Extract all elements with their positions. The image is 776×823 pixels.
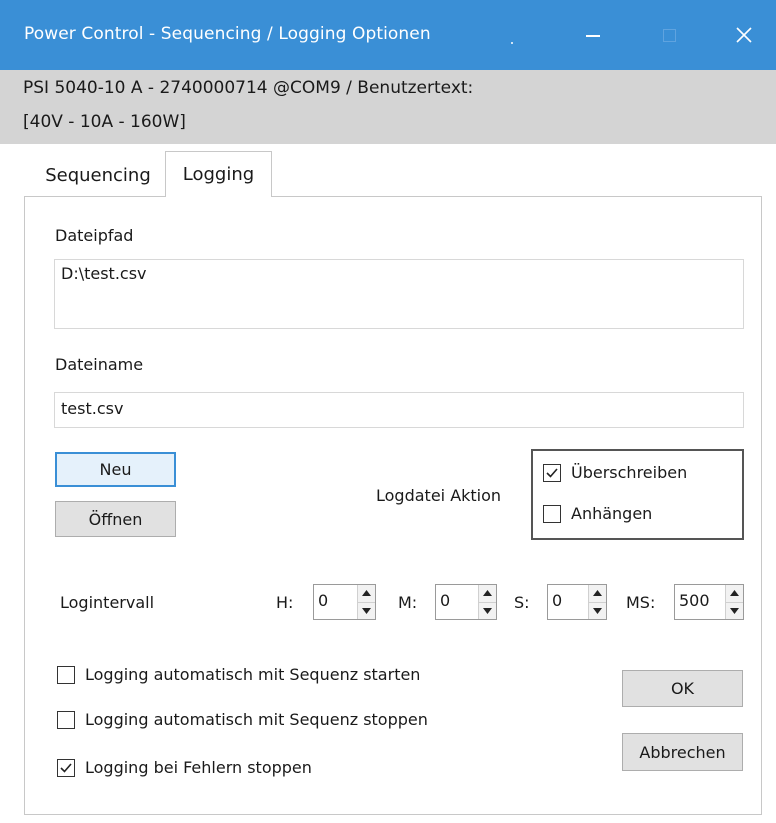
filepath-field[interactable]: D:\test.csv xyxy=(54,259,744,329)
auto-start-checkbox-box[interactable] xyxy=(57,665,75,684)
seconds-label: S: xyxy=(514,593,530,612)
milliseconds-down-icon[interactable] xyxy=(726,602,743,619)
titlebar-dot xyxy=(511,42,513,44)
overwrite-checkbox[interactable]: Überschreiben xyxy=(543,463,687,482)
checkmark-icon xyxy=(60,762,72,773)
device-info-bar: PSI 5040-10 A - 2740000714 @COM9 / Benut… xyxy=(0,70,776,144)
auto-stop-label: Logging automatisch mit Sequenz stoppen xyxy=(85,710,428,729)
error-stop-label: Logging bei Fehlern stoppen xyxy=(85,758,312,777)
filename-field[interactable]: test.csv xyxy=(54,392,744,428)
filepath-label: Dateipfad xyxy=(55,226,134,245)
overwrite-label: Überschreiben xyxy=(571,463,688,482)
new-button[interactable]: Neu xyxy=(55,452,176,487)
window-title: Power Control - Sequencing / Logging Opt… xyxy=(24,24,431,44)
minutes-label: M: xyxy=(398,593,418,612)
milliseconds-up-icon[interactable] xyxy=(726,585,743,603)
seconds-up-icon[interactable] xyxy=(589,585,606,603)
auto-stop-checkbox-box[interactable] xyxy=(57,710,75,729)
auto-start-label: Logging automatisch mit Sequenz starten xyxy=(85,665,421,684)
tab-sequencing[interactable]: Sequencing xyxy=(31,154,165,196)
open-button[interactable]: Öffnen xyxy=(55,501,176,537)
append-checkbox-box[interactable] xyxy=(543,504,561,523)
minutes-stepper[interactable]: 0 xyxy=(435,584,497,620)
milliseconds-label: MS: xyxy=(626,593,656,612)
hours-stepper[interactable]: 0 xyxy=(313,584,376,620)
hours-label: H: xyxy=(276,593,294,612)
log-action-label: Logdatei Aktion xyxy=(376,486,502,505)
milliseconds-stepper[interactable]: 500 xyxy=(674,584,744,620)
hours-up-icon[interactable] xyxy=(358,585,375,603)
minimize-icon[interactable] xyxy=(570,18,616,52)
milliseconds-value[interactable]: 500 xyxy=(675,585,725,619)
seconds-stepper[interactable]: 0 xyxy=(547,584,607,620)
auto-stop-checkbox[interactable]: Logging automatisch mit Sequenz stoppen xyxy=(57,710,428,729)
append-checkbox[interactable]: Anhängen xyxy=(543,504,652,523)
ok-button[interactable]: OK xyxy=(622,670,743,707)
hours-down-icon[interactable] xyxy=(358,602,375,619)
checkmark-icon xyxy=(546,467,558,478)
minutes-down-icon[interactable] xyxy=(479,602,496,619)
minutes-up-icon[interactable] xyxy=(479,585,496,603)
log-interval-label: Logintervall xyxy=(60,593,155,612)
filename-label: Dateiname xyxy=(55,355,144,374)
cancel-button[interactable]: Abbrechen xyxy=(622,733,743,771)
seconds-down-icon[interactable] xyxy=(589,602,606,619)
append-label: Anhängen xyxy=(571,504,653,523)
close-icon[interactable] xyxy=(721,18,767,52)
tab-logging[interactable]: Logging xyxy=(165,151,272,197)
title-bar: Power Control - Sequencing / Logging Opt… xyxy=(0,0,776,70)
error-stop-checkbox[interactable]: Logging bei Fehlern stoppen xyxy=(57,758,312,777)
overwrite-checkbox-box[interactable] xyxy=(543,463,561,482)
maximize-icon[interactable] xyxy=(646,18,692,52)
seconds-value[interactable]: 0 xyxy=(548,585,588,619)
device-info-line1: PSI 5040-10 A - 2740000714 @COM9 / Benut… xyxy=(23,78,474,98)
device-info-line2: [40V - 10A - 160W] xyxy=(23,112,186,132)
error-stop-checkbox-box[interactable] xyxy=(57,758,75,777)
auto-start-checkbox[interactable]: Logging automatisch mit Sequenz starten xyxy=(57,665,420,684)
hours-value[interactable]: 0 xyxy=(314,585,357,619)
minutes-value[interactable]: 0 xyxy=(436,585,478,619)
